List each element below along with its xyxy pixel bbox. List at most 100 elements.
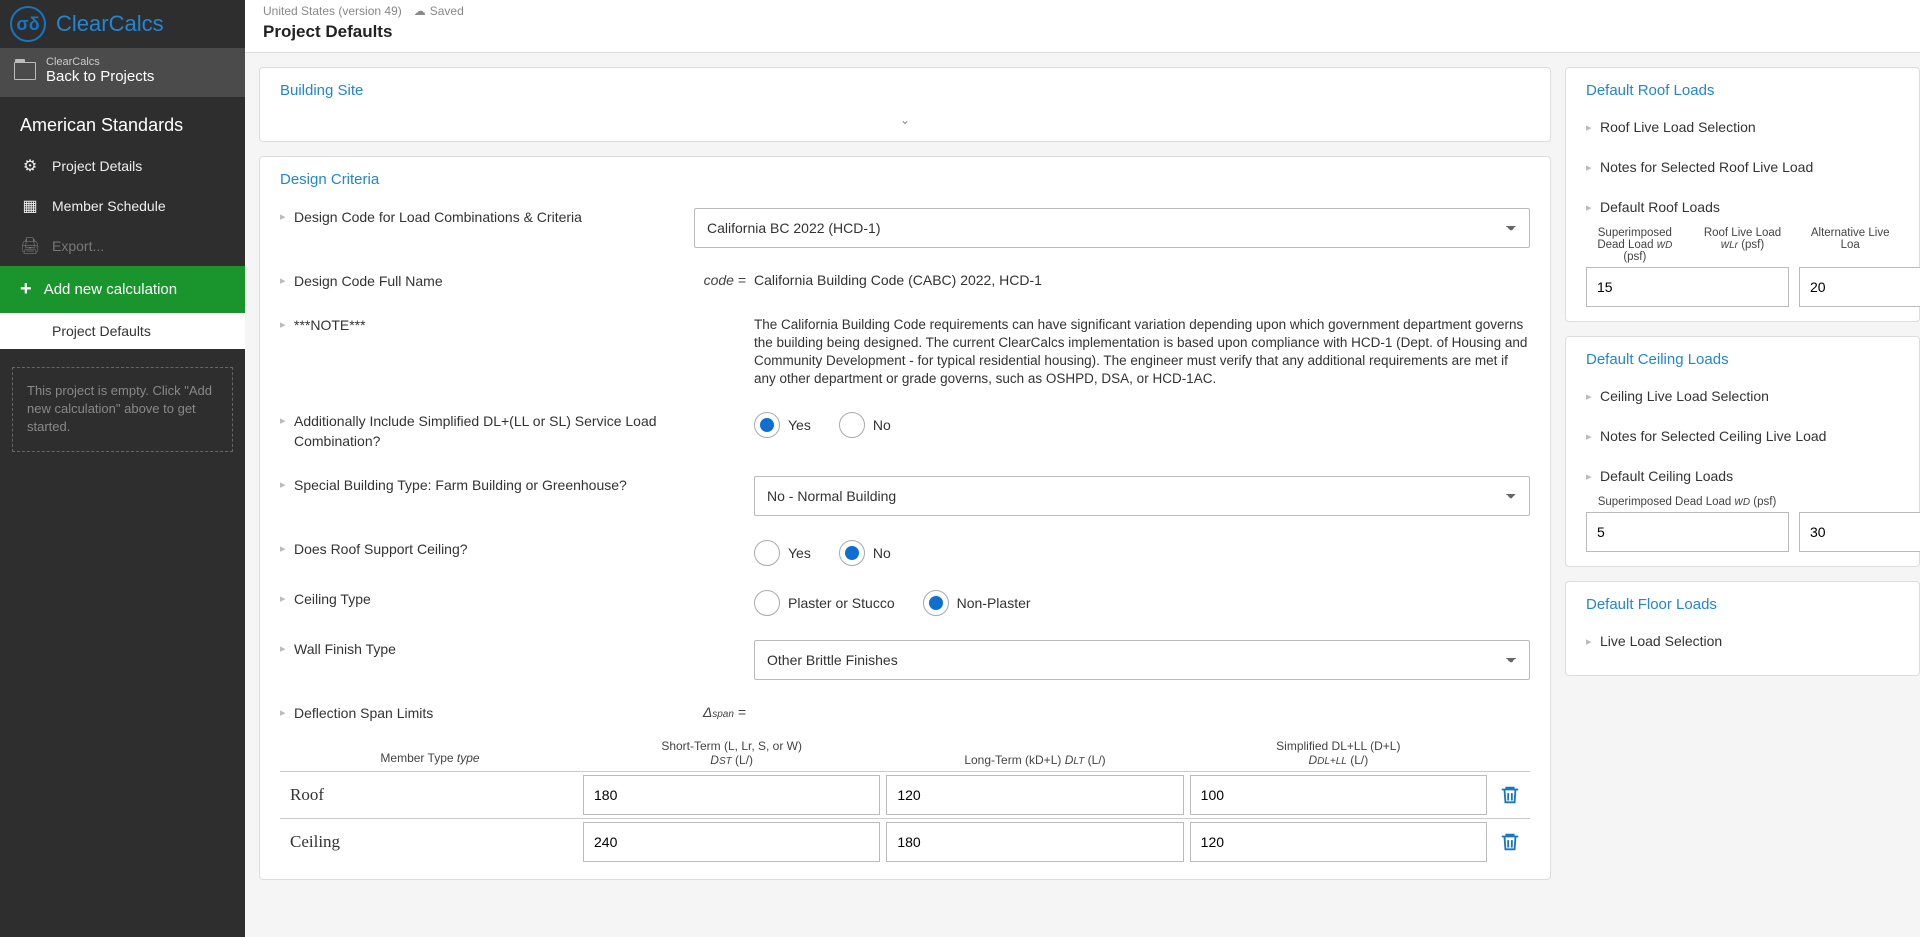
deflection-st-input[interactable] xyxy=(583,822,880,862)
floor-row: Live Load Selection xyxy=(1600,633,1722,649)
empty-project-hint: This project is empty. Click "Add new ca… xyxy=(12,367,233,452)
expand-icon[interactable]: ▸ xyxy=(1586,430,1600,443)
radio-simplified-no[interactable]: No xyxy=(839,412,891,438)
delete-row-button[interactable] xyxy=(1490,784,1530,806)
expand-icon[interactable]: ▸ xyxy=(1586,470,1600,483)
add-new-calculation-button[interactable]: + Add new calculation xyxy=(0,266,245,313)
cloud-icon: ☁ xyxy=(414,4,426,18)
field-label: Design Code Full Name xyxy=(294,272,694,292)
floor-loads-card: Default Floor Loads ▸Live Load Selection xyxy=(1565,581,1920,676)
deflection-lt-input[interactable] xyxy=(886,775,1183,815)
radio-roofceil-no[interactable]: No xyxy=(839,540,891,566)
deflection-lt-input[interactable] xyxy=(886,822,1183,862)
ceiling-row: Default Ceiling Loads xyxy=(1600,468,1733,484)
field-math: code = xyxy=(694,272,754,288)
page-title: Project Defaults xyxy=(263,18,1902,42)
ceiling-row: Ceiling Live Load Selection xyxy=(1600,388,1769,404)
main: United States (version 49) ☁ Saved Proje… xyxy=(245,0,1920,937)
ceiling-row: Notes for Selected Ceiling Live Load xyxy=(1600,428,1826,444)
ceiling-other-input[interactable] xyxy=(1799,512,1920,552)
roof-dead-input[interactable] xyxy=(1586,267,1789,307)
building-site-card[interactable]: Building Site ⌄ xyxy=(259,67,1551,142)
deflection-dl-input[interactable] xyxy=(1190,822,1487,862)
gear-icon: ⚙ xyxy=(20,156,40,176)
special-building-select[interactable]: No - Normal Building xyxy=(754,476,1530,516)
ceiling-dead-input[interactable] xyxy=(1586,512,1789,552)
expand-icon[interactable]: ▸ xyxy=(280,272,294,287)
field-value: California Building Code (CABC) 2022, HC… xyxy=(754,272,1530,288)
chevron-down-icon[interactable]: ⌄ xyxy=(280,107,1530,127)
field-label: Additionally Include Simplified DL+(LL o… xyxy=(294,412,694,451)
radio-ceil-nonplaster[interactable]: Non-Plaster xyxy=(923,590,1031,616)
radio-roofceil-yes[interactable]: Yes xyxy=(754,540,811,566)
grid-icon: ▦ xyxy=(20,196,40,216)
nav-export[interactable]: 🖨 Export... xyxy=(0,226,245,266)
wall-finish-select[interactable]: Other Brittle Finishes xyxy=(754,640,1530,680)
roof-loads-title: Default Roof Loads xyxy=(1586,82,1899,99)
member-type: Roof xyxy=(280,777,580,813)
page-header: United States (version 49) ☁ Saved Proje… xyxy=(245,0,1920,53)
design-criteria-title: Design Criteria xyxy=(280,171,1530,188)
nav-project-details[interactable]: ⚙ Project Details xyxy=(0,146,245,186)
design-code-select[interactable]: California BC 2022 (HCD-1) xyxy=(694,208,1530,248)
saved-text: Saved xyxy=(430,4,464,18)
expand-icon[interactable]: ▸ xyxy=(280,316,294,331)
expand-icon[interactable]: ▸ xyxy=(1586,121,1600,134)
back-bottom: Back to Projects xyxy=(46,68,154,85)
expand-icon[interactable]: ▸ xyxy=(280,704,294,719)
floor-loads-title: Default Floor Loads xyxy=(1586,596,1899,613)
ceiling-loads-card: Default Ceiling Loads ▸Ceiling Live Load… xyxy=(1565,336,1920,567)
back-top: ClearCalcs xyxy=(46,56,154,68)
expand-icon[interactable]: ▸ xyxy=(1586,390,1600,403)
nav-label: Export... xyxy=(52,238,104,254)
table-row: Roof xyxy=(280,771,1530,818)
expand-icon[interactable]: ▸ xyxy=(1586,161,1600,174)
deflection-table: Member Type type Short-Term (L, Lr, S, o… xyxy=(280,735,1530,865)
roof-row: Notes for Selected Roof Live Load xyxy=(1600,159,1813,175)
brand-row: σδ ClearCalcs xyxy=(0,0,245,48)
nav-label: Member Schedule xyxy=(52,198,166,214)
building-site-title: Building Site xyxy=(280,82,363,99)
field-label: Wall Finish Type xyxy=(294,640,694,660)
field-label: Ceiling Type xyxy=(294,590,694,610)
roof-loads-card: Default Roof Loads ▸Roof Live Load Selec… xyxy=(1565,67,1920,322)
expand-icon[interactable]: ▸ xyxy=(280,640,294,655)
field-label: Design Code for Load Combinations & Crit… xyxy=(294,208,694,228)
roof-row: Roof Live Load Selection xyxy=(1600,119,1756,135)
deflection-dl-input[interactable] xyxy=(1190,775,1487,815)
add-calc-label: Add new calculation xyxy=(44,281,177,298)
expand-icon[interactable]: ▸ xyxy=(1586,201,1600,214)
deflection-st-input[interactable] xyxy=(583,775,880,815)
sidebar: σδ ClearCalcs ClearCalcs Back to Project… xyxy=(0,0,245,937)
expand-icon[interactable]: ▸ xyxy=(280,208,294,223)
table-row: Ceiling xyxy=(280,818,1530,865)
printer-icon: 🖨 xyxy=(20,236,40,256)
folder-icon xyxy=(14,62,36,80)
expand-icon[interactable]: ▸ xyxy=(280,540,294,555)
field-label: Does Roof Support Ceiling? xyxy=(294,540,694,560)
field-label: Deflection Span Limits xyxy=(294,704,694,724)
expand-icon[interactable]: ▸ xyxy=(280,476,294,491)
expand-icon[interactable]: ▸ xyxy=(1586,635,1600,648)
note-text: The California Building Code requirement… xyxy=(754,316,1530,389)
roof-live-input[interactable] xyxy=(1799,267,1920,307)
brand-text: ClearCalcs xyxy=(56,11,164,37)
sidebar-section-title: American Standards xyxy=(0,97,245,146)
nav-label: Project Details xyxy=(52,158,142,174)
plus-icon: + xyxy=(20,278,32,301)
member-type: Ceiling xyxy=(280,824,580,860)
field-math: Δspan = xyxy=(694,704,754,720)
expand-icon[interactable]: ▸ xyxy=(280,412,294,427)
delete-row-button[interactable] xyxy=(1490,831,1530,853)
nav-member-schedule[interactable]: ▦ Member Schedule xyxy=(0,186,245,226)
expand-icon[interactable]: ▸ xyxy=(280,590,294,605)
version-text: United States (version 49) xyxy=(263,4,402,18)
sidebar-item-project-defaults[interactable]: Project Defaults xyxy=(0,313,245,349)
brand-logo-icon: σδ xyxy=(10,6,46,42)
radio-ceil-plaster[interactable]: Plaster or Stucco xyxy=(754,590,895,616)
radio-simplified-yes[interactable]: Yes xyxy=(754,412,811,438)
design-criteria-card: Design Criteria ▸ Design Code for Load C… xyxy=(259,156,1551,880)
back-to-projects[interactable]: ClearCalcs Back to Projects xyxy=(0,48,245,97)
ceiling-loads-title: Default Ceiling Loads xyxy=(1586,351,1899,368)
field-label: ***NOTE*** xyxy=(294,316,694,336)
